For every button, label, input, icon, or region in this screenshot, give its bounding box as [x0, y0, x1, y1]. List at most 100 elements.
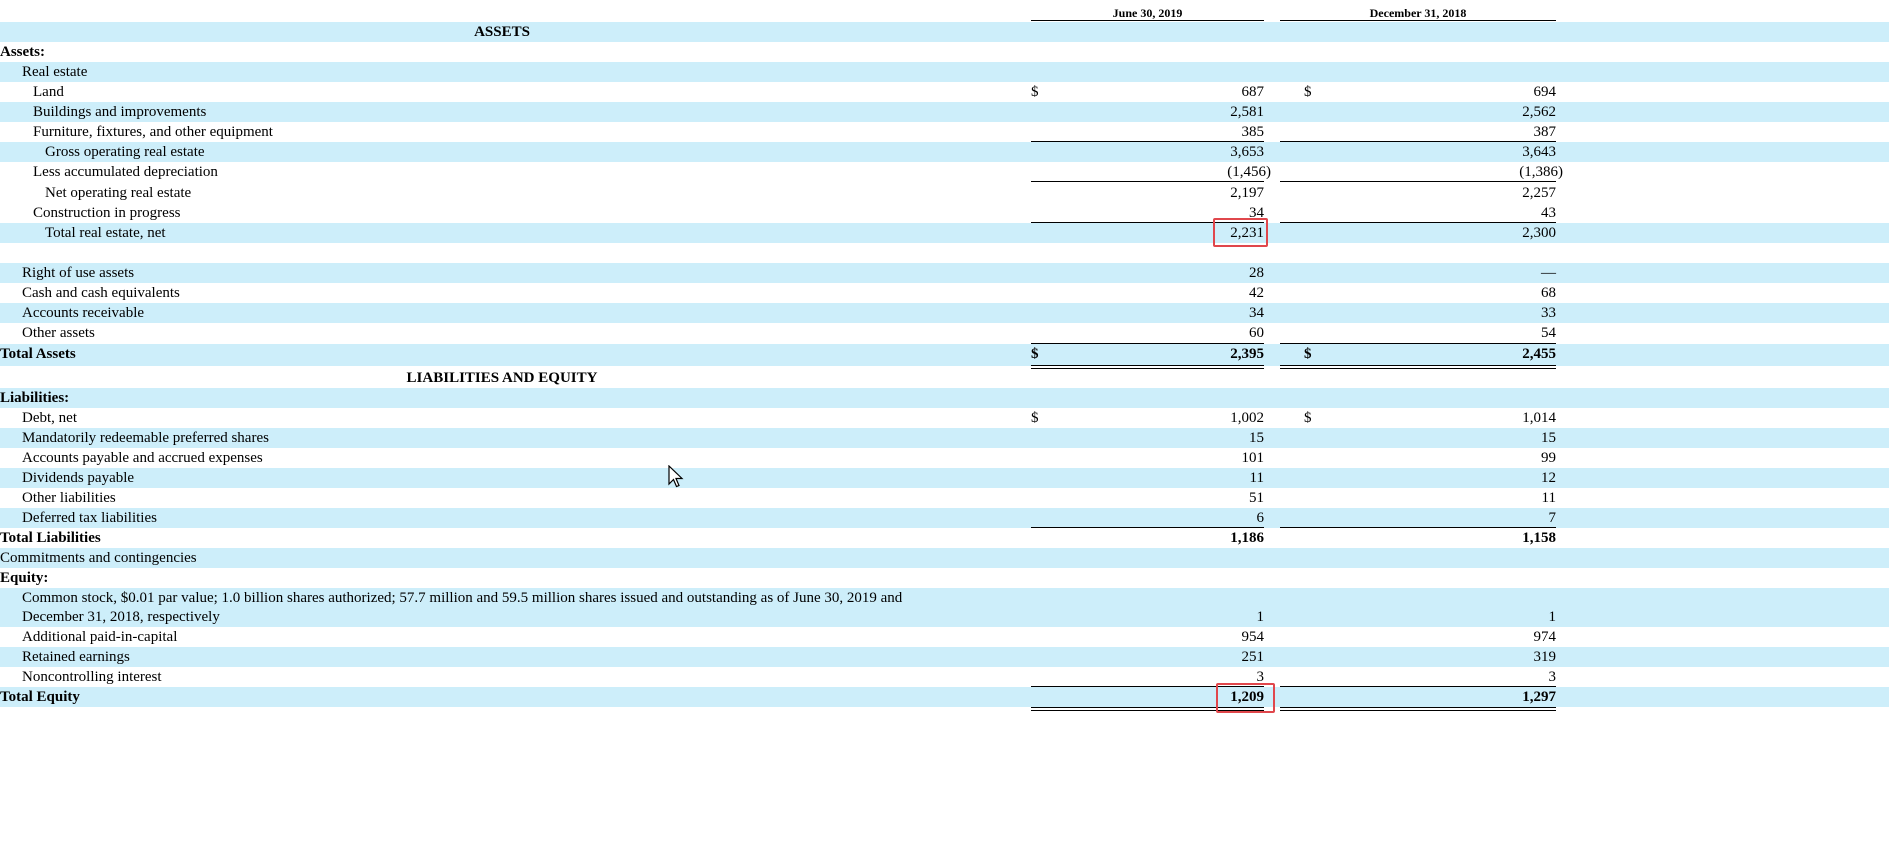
- value-december-2018: 2,562: [1522, 104, 1556, 120]
- value-june-2019: 687: [1241, 84, 1265, 100]
- column-header-underline: [1031, 20, 1264, 21]
- subtotal-rule: [1280, 141, 1556, 142]
- subtotal-rule: [1280, 527, 1556, 528]
- row-label: Construction in progress: [33, 205, 181, 221]
- value-june-2019: (1,456): [1227, 164, 1271, 180]
- row-label: Total real estate, net: [45, 225, 166, 241]
- row-stripe: [0, 62, 1889, 82]
- row-label: Assets:: [0, 44, 45, 60]
- value-december-2018: —: [1541, 265, 1556, 281]
- value-december-2018: 387: [1533, 124, 1557, 140]
- row-label: Other liabilities: [22, 490, 116, 506]
- column-header-underline: [1280, 20, 1556, 21]
- value-december-2018: 68: [1541, 285, 1556, 301]
- value-june-2019: 1: [1256, 609, 1265, 625]
- row-stripe: [0, 548, 1889, 568]
- value-december-2018: 33: [1541, 305, 1556, 321]
- section-heading-liabilities-equity: LIABILITIES AND EQUITY: [406, 370, 598, 386]
- value-december-2018: 12: [1541, 470, 1556, 486]
- value-december-2018: 2,257: [1522, 185, 1556, 201]
- row-label: Additional paid-in-capital: [22, 629, 178, 645]
- dollar-sign: $: [1031, 410, 1039, 426]
- row-stripe: [0, 647, 1889, 667]
- value-june-2019: 385: [1241, 124, 1265, 140]
- row-label: Total Assets: [0, 346, 76, 362]
- value-june-2019: 1,186: [1230, 530, 1264, 546]
- highlight-box: [1213, 218, 1268, 247]
- row-stripe: [0, 303, 1889, 323]
- value-june-2019: 251: [1241, 649, 1265, 665]
- value-june-2019: 51: [1249, 490, 1264, 506]
- row-label: Liabilities:: [0, 390, 70, 406]
- row-label: Debt, net: [22, 410, 77, 426]
- row-stripe: [0, 428, 1889, 448]
- row-label: Total Liabilities: [0, 530, 101, 546]
- value-december-2018: 1,297: [1522, 689, 1556, 705]
- subtotal-rule: [1280, 686, 1556, 687]
- value-june-2019: 60: [1249, 325, 1264, 341]
- row-stripe: [0, 468, 1889, 488]
- row-label: Common stock, $0.01 par value; 1.0 billi…: [22, 590, 903, 606]
- row-label: Equity:: [0, 570, 49, 586]
- row-label: Mandatorily redeemable preferred shares: [22, 430, 269, 446]
- row-label: Buildings and improvements: [33, 104, 207, 120]
- row-label: Real estate: [22, 64, 88, 80]
- row-label: Accounts payable and accrued expenses: [22, 450, 263, 466]
- value-december-2018: 694: [1533, 84, 1557, 100]
- row-stripe: [0, 142, 1889, 162]
- value-june-2019: 2,581: [1230, 104, 1264, 120]
- value-december-2018: (1,386): [1519, 164, 1563, 180]
- row-label: Accounts receivable: [22, 305, 145, 321]
- row-stripe: [0, 263, 1889, 283]
- value-june-2019: 954: [1241, 629, 1265, 645]
- dollar-sign: $: [1031, 84, 1039, 100]
- value-june-2019: 2,395: [1230, 346, 1264, 362]
- row-label: Deferred tax liabilities: [22, 510, 157, 526]
- value-december-2018: 7: [1548, 510, 1557, 526]
- value-june-2019: 42: [1249, 285, 1264, 301]
- row-label: Gross operating real estate: [45, 144, 205, 160]
- subtotal-rule: [1280, 222, 1556, 223]
- value-december-2018: 2,455: [1522, 346, 1556, 362]
- dollar-sign: $: [1031, 346, 1039, 362]
- total-double-underline: [1031, 365, 1264, 369]
- dollar-sign: $: [1304, 410, 1312, 426]
- value-december-2018: 3: [1548, 669, 1557, 685]
- row-label: Right of use assets: [22, 265, 135, 281]
- value-december-2018: 2,300: [1522, 225, 1556, 241]
- value-june-2019: 34: [1249, 305, 1264, 321]
- value-december-2018: 1,158: [1522, 530, 1556, 546]
- row-stripe: [0, 388, 1889, 408]
- row-label: Retained earnings: [22, 649, 130, 665]
- value-december-2018: 43: [1541, 205, 1556, 221]
- value-december-2018: 319: [1533, 649, 1557, 665]
- row-stripe: [0, 223, 1889, 243]
- subtotal-rule: [1280, 343, 1556, 344]
- value-june-2019: 28: [1249, 265, 1264, 281]
- column-header-june-2019: June 30, 2019: [1112, 6, 1183, 20]
- total-double-underline: [1280, 365, 1556, 369]
- row-label: Other assets: [22, 325, 95, 341]
- dollar-sign: $: [1304, 346, 1312, 362]
- subtotal-rule: [1031, 181, 1264, 182]
- value-december-2018: 99: [1541, 450, 1556, 466]
- value-december-2018: 54: [1541, 325, 1556, 341]
- value-june-2019: 15: [1249, 430, 1264, 446]
- value-december-2018: 11: [1541, 490, 1556, 506]
- row-label: Furniture, fixtures, and other equipment: [33, 124, 273, 140]
- subtotal-rule: [1031, 141, 1264, 142]
- value-december-2018: 15: [1541, 430, 1556, 446]
- row-label: Commitments and contingencies: [0, 550, 197, 566]
- value-december-2018: 1: [1548, 609, 1557, 625]
- row-stripe: [0, 687, 1889, 707]
- mouse-cursor-icon: [668, 465, 684, 488]
- value-june-2019: 101: [1241, 450, 1265, 466]
- row-label: Noncontrolling interest: [22, 669, 162, 685]
- value-june-2019: 6: [1256, 510, 1265, 526]
- row-label: Less accumulated depreciation: [33, 164, 218, 180]
- value-december-2018: 1,014: [1522, 410, 1556, 426]
- row-stripe: [0, 508, 1889, 528]
- value-june-2019: 3,653: [1230, 144, 1264, 160]
- row-label: Total Equity: [0, 689, 80, 705]
- dollar-sign: $: [1304, 84, 1312, 100]
